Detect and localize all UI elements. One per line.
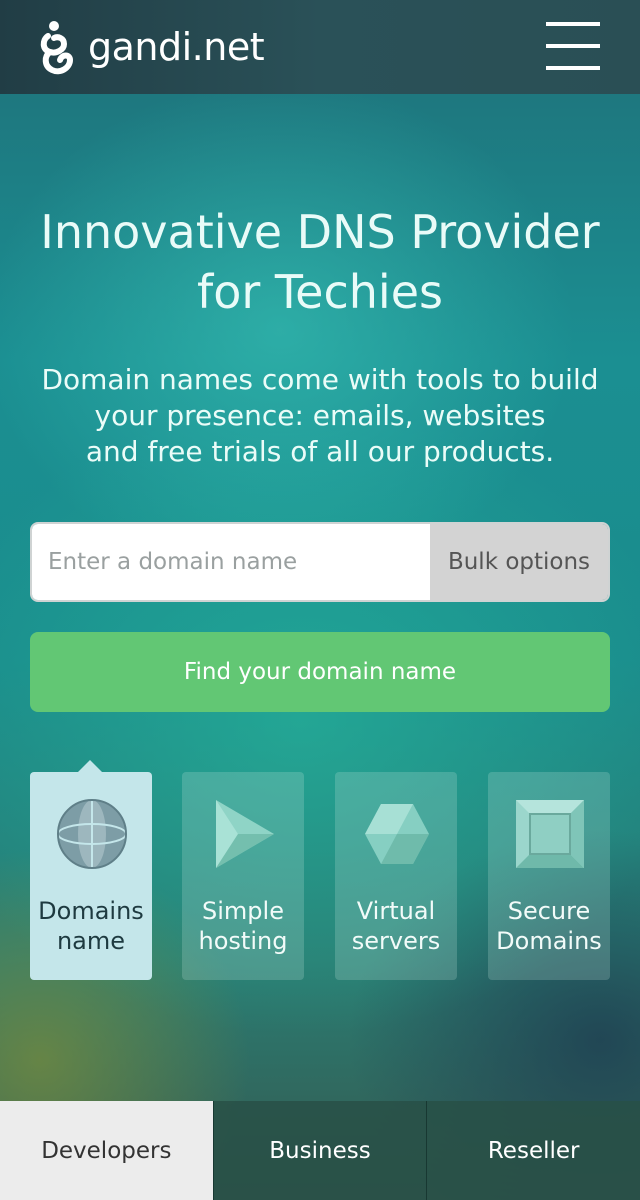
page-title: Innovative DNS Provider for Techies — [0, 202, 640, 322]
gandi-logo-icon — [40, 21, 74, 75]
title-line-1: Innovative DNS Provider — [40, 205, 600, 259]
domain-search-input[interactable] — [32, 524, 430, 600]
product-label: Secure Domains — [496, 897, 602, 955]
title-line-2: for Techies — [197, 265, 443, 319]
find-domain-button[interactable]: Find your domain name — [30, 632, 610, 712]
subtitle-line-3: and free trials of all our products. — [85, 435, 555, 468]
hamburger-menu-icon[interactable] — [546, 22, 600, 70]
subtitle-line-1: Domain names come with tools to build — [41, 363, 599, 396]
subtitle-line-2: your presence: emails, websites — [94, 399, 546, 432]
site-header: gandi.net — [0, 0, 640, 94]
globe-icon — [57, 799, 127, 869]
product-label: Simple hosting — [198, 897, 288, 955]
tab-developers[interactable]: Developers — [0, 1101, 213, 1200]
hero-subtitle: Domain names come with tools to build yo… — [0, 362, 640, 470]
square-frame-icon — [516, 800, 584, 868]
product-label: Virtual servers — [351, 897, 441, 955]
product-simple-hosting[interactable]: Simple hosting — [182, 772, 304, 980]
product-virtual-servers[interactable]: Virtual servers — [335, 772, 457, 980]
product-label: Domains name — [38, 897, 144, 955]
tab-business[interactable]: Business — [212, 1101, 427, 1200]
bulk-options-button[interactable]: Bulk options — [430, 524, 608, 600]
domain-search-box: Bulk options — [30, 522, 610, 602]
audience-tabs: Developers Business Reseller — [0, 1101, 640, 1200]
logo-text: gandi.net — [88, 25, 265, 69]
product-domains-name[interactable]: Domains name — [30, 760, 152, 980]
logo[interactable]: gandi.net — [40, 18, 265, 76]
tab-reseller[interactable]: Reseller — [426, 1101, 640, 1200]
product-secure-domains[interactable]: Secure Domains — [488, 772, 610, 980]
play-icon — [216, 800, 274, 868]
cube-icon — [365, 804, 429, 864]
